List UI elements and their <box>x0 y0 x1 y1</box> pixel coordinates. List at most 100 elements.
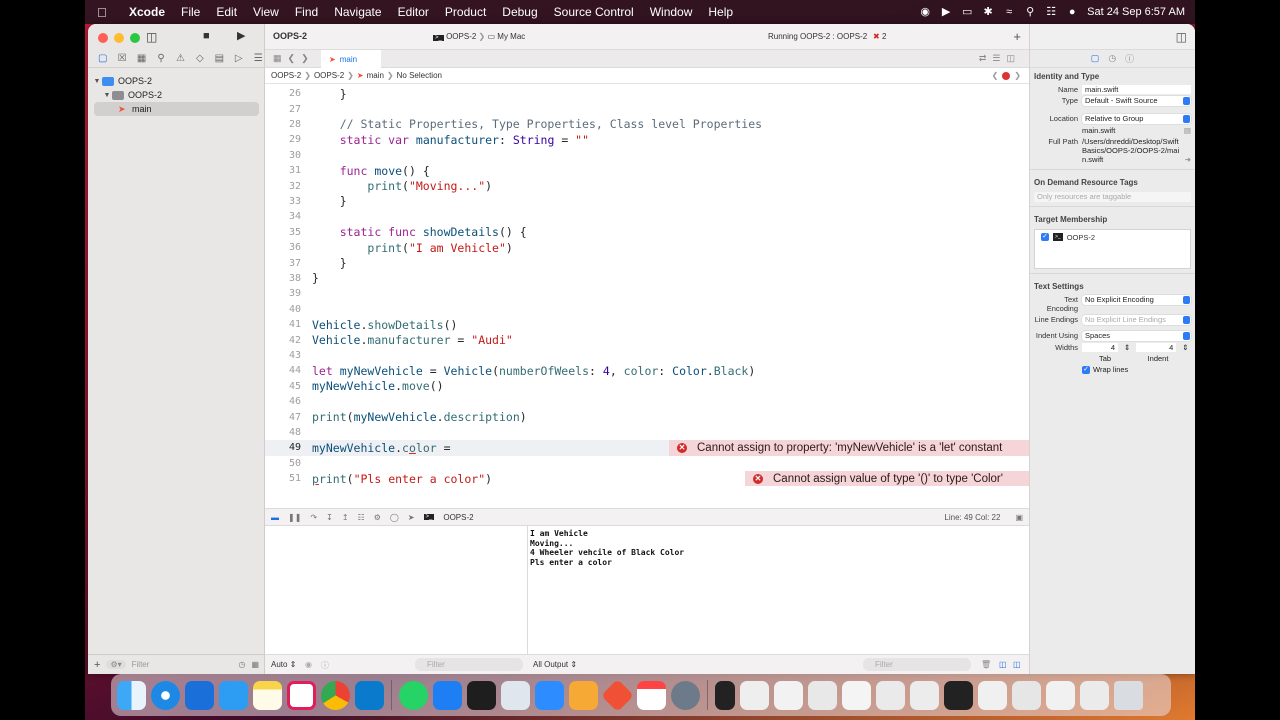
filter-options-icon[interactable]: ⚙▾ <box>106 660 126 669</box>
slack-icon[interactable] <box>287 680 316 710</box>
chrome-icon[interactable] <box>321 680 350 710</box>
debug-target[interactable]: OOPS-2 <box>443 513 473 522</box>
code-line[interactable]: 44 let myNewVehicle = Vehicle(numberOfWee… <box>265 363 1029 378</box>
recent-document-icon[interactable] <box>808 680 837 710</box>
code-line[interactable]: 32 print("Moving...") <box>265 178 1029 193</box>
bluetooth-icon[interactable]: ✱ <box>982 6 994 18</box>
code-line[interactable]: 30 <box>265 148 1029 163</box>
memory-graph-icon[interactable]: ◯ <box>390 513 399 522</box>
location-select[interactable]: Relative to Group <box>1082 114 1191 124</box>
menu-product[interactable]: Product <box>445 5 486 19</box>
recent-document-icon[interactable] <box>774 680 803 710</box>
code-line[interactable]: 42 Vehicle.manufacturer = "Audi" <box>265 332 1029 347</box>
right-panel-icon[interactable]: ◫ <box>1013 660 1021 669</box>
spotlight-search-icon[interactable]: ⚲ <box>1024 6 1036 18</box>
symbol-navigator-icon[interactable]: ▦ <box>135 53 148 64</box>
menu-source-control[interactable]: Source Control <box>554 5 634 19</box>
control-center-icon[interactable]: ☷ <box>1045 6 1057 18</box>
scm-filter-icon[interactable]: ▦ <box>251 660 265 669</box>
folder-icon[interactable]: ▤ <box>1184 126 1191 135</box>
console-filter-input[interactable]: Filter <box>863 658 971 671</box>
code-line[interactable]: 29 static var manufacturer: String = "" <box>265 132 1029 147</box>
nav-arrows[interactable]: ▦❮❯ <box>273 53 315 64</box>
inspector-toggle-icon[interactable]: ◫ <box>1176 30 1187 44</box>
code-line[interactable]: 41 Vehicle.showDetails() <box>265 317 1029 332</box>
breakpoint-navigator-icon[interactable]: ▷ <box>232 53 245 64</box>
zoom-icon[interactable] <box>535 680 564 710</box>
stop-icon[interactable]: ■ <box>203 30 210 42</box>
code-line[interactable]: 48 <box>265 425 1029 440</box>
code-line[interactable]: 31 func move() { <box>265 163 1029 178</box>
recent-document-icon[interactable] <box>978 680 1007 710</box>
name-field[interactable]: main.swift <box>1082 85 1191 94</box>
battery-icon[interactable]: ▭ <box>961 6 973 18</box>
siri-icon[interactable]: ● <box>1066 6 1078 18</box>
next-issue-icon[interactable]: ❯ <box>1014 71 1021 80</box>
scheme-selector[interactable]: >_ OOPS-2 ❯ ▭ My Mac <box>433 32 525 41</box>
navigator-filter-input[interactable]: Filter <box>132 660 150 669</box>
code-line[interactable]: 36 print("I am Vehicle") <box>265 240 1029 255</box>
line-endings-select[interactable]: No Explicit Line Endings <box>1082 315 1191 325</box>
tab-main[interactable]: ➤ main <box>321 50 381 68</box>
source-editor[interactable]: 26 } 27 28 // Static Properties, Type Pr… <box>265 84 1029 508</box>
recent-document-icon[interactable] <box>910 680 939 710</box>
code-line[interactable]: 26 } <box>265 86 1029 101</box>
view-hierarchy-icon[interactable]: ☷ <box>358 513 365 522</box>
record-icon[interactable]: ◉ <box>919 6 931 18</box>
add-icon[interactable]: + <box>1013 29 1021 44</box>
wifi-icon[interactable]: ≈ <box>1003 6 1015 18</box>
encoding-select[interactable]: No Explicit Encoding <box>1082 295 1191 305</box>
keynote-icon[interactable] <box>433 680 462 710</box>
recent-document-icon[interactable] <box>842 680 871 710</box>
info-icon[interactable]: ⓘ <box>321 660 329 671</box>
code-line[interactable]: 33 } <box>265 194 1029 209</box>
menu-edit[interactable]: Edit <box>216 5 237 19</box>
environment-icon[interactable]: ⚙ <box>374 513 381 522</box>
type-select[interactable]: Default - Swift Source <box>1082 96 1191 106</box>
tab-width-stepper-icon[interactable]: ⇕ <box>1124 343 1130 352</box>
jumpbar-file[interactable]: main <box>367 71 384 80</box>
chevron-down-icon[interactable]: ▼ <box>102 92 112 99</box>
code-line[interactable]: 46 <box>265 394 1029 409</box>
menu-app-name[interactable]: Xcode <box>129 5 165 19</box>
error-count-badge[interactable]: ✖ 2 <box>873 32 886 41</box>
quick-help-icon[interactable]: ⓘ <box>1125 52 1134 65</box>
error-icon[interactable] <box>1002 71 1011 80</box>
preview-icon[interactable] <box>501 680 530 710</box>
code-line[interactable]: 47 print(myNewVehicle.description) <box>265 409 1029 424</box>
zoom-window-button[interactable] <box>130 33 140 43</box>
code-line[interactable]: 35 static func showDetails() { <box>265 225 1029 240</box>
hide-debug-area-icon[interactable]: ▬ <box>271 513 279 522</box>
code-line[interactable]: 28 // Static Properties, Type Properties… <box>265 117 1029 132</box>
location-icon[interactable]: ➤ <box>408 513 415 522</box>
history-inspector-icon[interactable]: ◷ <box>1108 53 1116 64</box>
trash-icon[interactable]: 🗑 <box>981 660 991 669</box>
console-output[interactable]: I am Vehicle Moving... 4 Wheeler vehcile… <box>528 526 1029 654</box>
chevron-down-icon[interactable]: ▼ <box>92 78 102 85</box>
tree-item-group[interactable]: ▼ OOPS-2 <box>88 88 265 102</box>
menubar-clock[interactable]: Sat 24 Sep 6:57 AM <box>1087 6 1185 18</box>
test-navigator-icon[interactable]: ◇ <box>193 53 206 64</box>
left-panel-icon[interactable]: ◫ <box>999 660 1007 669</box>
code-line[interactable]: 50 <box>265 456 1029 471</box>
recent-document-icon[interactable] <box>715 680 735 710</box>
step-over-icon[interactable]: ↷ <box>310 513 317 522</box>
report-navigator-icon[interactable]: ☰ <box>252 53 265 64</box>
recent-document-icon[interactable] <box>740 680 769 710</box>
git-icon[interactable] <box>601 678 634 712</box>
variables-filter-input[interactable]: Filter <box>415 658 523 671</box>
checkbox-checked-icon[interactable]: ✓ <box>1041 233 1049 241</box>
recent-document-icon[interactable] <box>944 680 973 710</box>
menu-navigate[interactable]: Navigate <box>334 5 381 19</box>
code-line[interactable]: 37 } <box>265 255 1029 270</box>
whatsapp-icon[interactable] <box>399 680 428 710</box>
pages-icon[interactable] <box>569 680 598 710</box>
refresh-icon[interactable]: ⇄ <box>979 53 993 63</box>
terminal-app-icon[interactable] <box>467 680 496 710</box>
menu-view[interactable]: View <box>253 5 279 19</box>
code-line[interactable]: 40 <box>265 302 1029 317</box>
indent-width-stepper-icon[interactable]: ⇕ <box>1182 343 1188 352</box>
code-line[interactable]: 51 print("Pls enter a color") ✕ Cannot ass… <box>265 471 1029 487</box>
tab-width-field[interactable]: 4 <box>1082 343 1118 352</box>
menu-find[interactable]: Find <box>295 5 318 19</box>
